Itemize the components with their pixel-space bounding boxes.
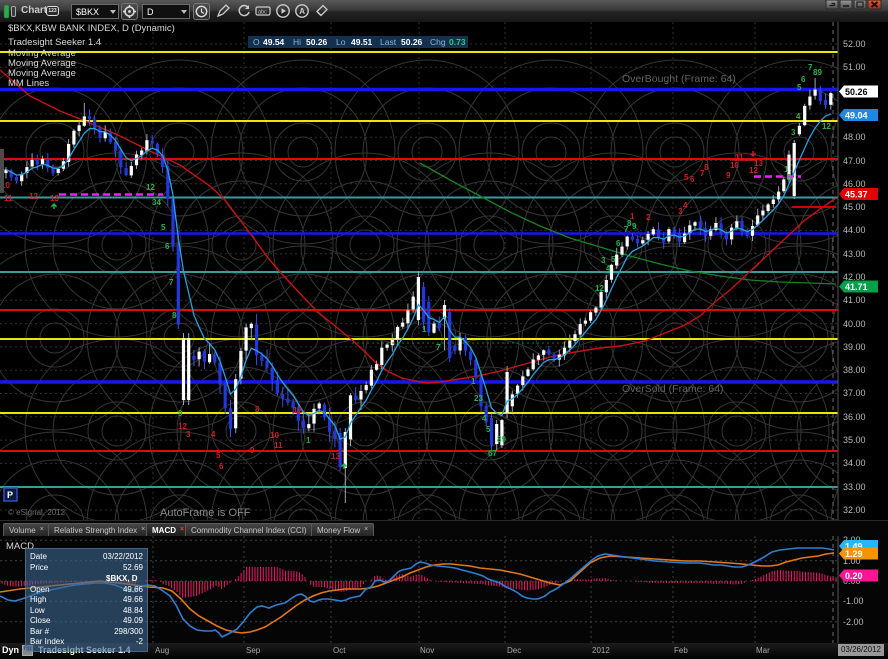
svg-text:-2.00: -2.00 [843, 617, 864, 627]
svg-text:41.00: 41.00 [843, 295, 866, 305]
svg-text:7: 7 [436, 343, 441, 352]
svg-text:41.71: 41.71 [845, 282, 868, 292]
svg-text:MM Lines: MM Lines [8, 78, 49, 89]
svg-text:49.04: 49.04 [845, 111, 868, 121]
svg-text:40.00: 40.00 [843, 319, 866, 329]
svg-text:5: 5 [216, 451, 221, 460]
svg-text:6: 6 [801, 75, 806, 84]
svg-text:3: 3 [186, 430, 191, 439]
svg-text:P: P [7, 490, 13, 500]
svg-text:13: 13 [50, 194, 59, 203]
svg-text:6: 6 [219, 462, 224, 471]
svg-text:48.00: 48.00 [843, 132, 866, 142]
svg-text:12: 12 [146, 183, 155, 192]
svg-text:4: 4 [211, 430, 216, 439]
svg-text:39.00: 39.00 [843, 342, 866, 352]
svg-text:11: 11 [4, 194, 13, 203]
svg-text:33.00: 33.00 [843, 482, 866, 492]
svg-text:8: 8 [172, 311, 177, 320]
svg-text:89: 89 [813, 68, 822, 77]
svg-text:Last: Last [380, 37, 397, 47]
svg-text:9: 9 [632, 222, 637, 231]
svg-text:5: 5 [797, 83, 802, 92]
svg-text:1.29: 1.29 [845, 549, 863, 559]
svg-text:5: 5 [611, 255, 616, 264]
svg-text:6: 6 [165, 242, 170, 251]
svg-text:O: O [253, 37, 260, 47]
svg-text:5: 5 [486, 425, 491, 434]
svg-text:3: 3 [791, 128, 796, 137]
svg-text:OverSold (Frame: 64): OverSold (Frame: 64) [622, 383, 724, 395]
svg-text:4: 4 [606, 264, 611, 273]
svg-text:8: 8 [704, 163, 709, 172]
svg-text:35.00: 35.00 [843, 435, 866, 445]
svg-text:abc: abc [258, 10, 267, 16]
svg-text:12: 12 [293, 406, 302, 415]
svg-text:Hi: Hi [293, 37, 301, 47]
svg-text:5: 5 [684, 173, 689, 182]
svg-text:7: 7 [169, 278, 174, 287]
svg-text:49.51: 49.51 [351, 37, 373, 47]
svg-text:9: 9 [726, 171, 731, 180]
svg-text:1: 1 [422, 325, 427, 334]
svg-text:50.26: 50.26 [401, 37, 423, 47]
svg-text:13: 13 [331, 452, 340, 461]
svg-text:45.37: 45.37 [845, 190, 868, 200]
svg-text:34: 34 [152, 198, 161, 207]
svg-text:36.00: 36.00 [843, 412, 866, 422]
svg-text:46.00: 46.00 [843, 179, 866, 189]
svg-text:9: 9 [250, 446, 255, 455]
svg-text:50.26: 50.26 [845, 87, 868, 97]
svg-text:4: 4 [683, 201, 688, 210]
svg-text:8: 8 [255, 405, 260, 414]
svg-text:OverBought (Frame: 64): OverBought (Frame: 64) [622, 73, 736, 85]
svg-text:2: 2 [646, 213, 651, 222]
svg-text:12: 12 [822, 122, 831, 131]
svg-text:4: 4 [796, 112, 801, 121]
svg-text:10: 10 [270, 431, 279, 440]
svg-text:67: 67 [488, 449, 497, 458]
svg-text:A: A [299, 7, 305, 16]
svg-text:45.00: 45.00 [843, 202, 866, 212]
svg-text:13: 13 [754, 159, 763, 168]
svg-text:23: 23 [474, 394, 483, 403]
svg-text:1: 1 [306, 436, 311, 445]
svg-text:11: 11 [274, 441, 283, 450]
svg-text:51.00: 51.00 [843, 62, 866, 72]
svg-text:34.00: 34.00 [843, 458, 866, 468]
svg-text:$BKX,KBW BANK INDEX, D (Dynami: $BKX,KBW BANK INDEX, D (Dynamic) [8, 23, 175, 34]
svg-text:Lo: Lo [336, 37, 346, 47]
svg-text:49.54: 49.54 [263, 37, 285, 47]
svg-text:6: 6 [690, 175, 695, 184]
svg-text:89: 89 [497, 435, 506, 444]
svg-text:44.00: 44.00 [843, 225, 866, 235]
svg-text:1: 1 [630, 212, 635, 221]
svg-text:47.00: 47.00 [843, 156, 866, 166]
svg-text:5: 5 [161, 223, 166, 232]
svg-text:38.00: 38.00 [843, 365, 866, 375]
svg-text:0.20: 0.20 [845, 571, 863, 581]
svg-text:9: 9 [178, 409, 183, 418]
svg-text:43.00: 43.00 [843, 249, 866, 259]
svg-text:12: 12 [29, 192, 38, 201]
svg-text:© eSignal, 2012: © eSignal, 2012 [8, 508, 66, 517]
svg-text:12: 12 [595, 284, 604, 293]
svg-text:Tradesight Seeker 1.4: Tradesight Seeker 1.4 [8, 37, 101, 48]
svg-text:4: 4 [482, 414, 487, 423]
svg-text:52.00: 52.00 [843, 39, 866, 49]
svg-text:6: 6 [616, 239, 621, 248]
svg-text:AutoFrame is OFF: AutoFrame is OFF [160, 507, 251, 519]
svg-text:-1.00: -1.00 [843, 596, 864, 606]
svg-text:11: 11 [735, 153, 744, 162]
svg-text:10: 10 [730, 161, 739, 170]
svg-text:32.00: 32.00 [843, 505, 866, 515]
svg-text:37.00: 37.00 [843, 388, 866, 398]
svg-text:0.73: 0.73 [449, 37, 466, 47]
svg-text:Chg: Chg [430, 37, 446, 47]
svg-text:50.26: 50.26 [306, 37, 328, 47]
svg-text:1: 1 [471, 377, 476, 386]
svg-text:2: 2 [787, 173, 792, 182]
